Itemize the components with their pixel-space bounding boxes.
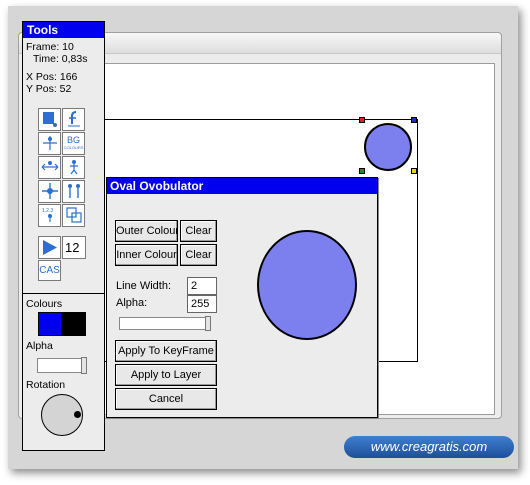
resize-handle-top-left[interactable] [359, 117, 365, 123]
inner-colour-button[interactable]: Inner Colour [115, 244, 178, 266]
tools-divider [23, 293, 104, 294]
alpha-label-dialog: Alpha: [116, 297, 148, 309]
move-all-tool[interactable] [38, 132, 61, 155]
svg-text:1.2.3: 1.2.3 [42, 208, 53, 214]
figure-pair-icon [65, 182, 83, 202]
line-width-input[interactable]: 2 [187, 277, 217, 295]
figure-pair-tool[interactable] [62, 180, 85, 203]
frame-label: Frame: 10 [26, 41, 74, 53]
cas-button[interactable]: CAS [38, 260, 61, 281]
apply-to-layer-button[interactable]: Apply to Layer [115, 364, 217, 386]
alpha-label: Alpha [26, 340, 53, 352]
outer-clear-button[interactable]: Clear [180, 220, 217, 242]
sequence-tool[interactable]: 1.2.3 [38, 204, 61, 227]
move-cross-tool[interactable] [38, 180, 61, 203]
dialog-alpha-slider-thumb[interactable] [205, 316, 211, 331]
outer-colour-button[interactable]: Outer Colour [115, 220, 178, 242]
layer-icon [65, 206, 83, 226]
frame-number-field[interactable]: 12 [62, 236, 86, 259]
alpha-slider-thumb[interactable] [81, 357, 87, 374]
figure-tool[interactable] [62, 156, 85, 179]
draw-oval-icon [41, 110, 59, 130]
ypos-label: Y Pos: 52 [26, 83, 72, 95]
bg-label: BG [66, 134, 80, 145]
dialog-title: Oval Ovobulator [107, 178, 377, 194]
resize-handle-bottom-right[interactable] [411, 168, 417, 174]
tools-title: Tools [23, 22, 104, 38]
apply-to-keyframe-button[interactable]: Apply To KeyFrame [115, 340, 217, 362]
move-horizontal-icon [41, 158, 59, 178]
rotation-knob[interactable] [41, 394, 83, 436]
line-width-label: Line Width: [116, 280, 172, 292]
secondary-colour-swatch[interactable] [62, 312, 86, 336]
resize-handle-bottom-left[interactable] [359, 168, 365, 174]
oval-ovobulator-dialog: Oval Ovobulator Outer Colour Clear Inner… [106, 177, 378, 418]
stage-oval[interactable] [364, 123, 412, 171]
xpos-label: X Pos: 166 [26, 71, 78, 83]
sequence-icon: 1.2.3 [41, 206, 59, 226]
inner-clear-button[interactable]: Clear [180, 244, 217, 266]
move-horizontal-tool[interactable] [38, 156, 61, 179]
time-label: Time: 0,83s [33, 53, 88, 65]
alpha-input[interactable]: 255 [187, 295, 217, 313]
rotation-knob-indicator [74, 411, 81, 418]
primary-colour-swatch[interactable] [38, 312, 62, 336]
watermark: www.creagratis.com [344, 436, 514, 458]
bg-colours-tool[interactable]: BG COLOURS [62, 132, 85, 155]
figure-icon [65, 158, 83, 178]
layer-tool[interactable] [62, 204, 85, 227]
function-tool[interactable] [62, 108, 85, 131]
move-all-icon [41, 134, 59, 154]
rotation-label: Rotation [26, 379, 66, 391]
cancel-button[interactable]: Cancel [115, 388, 217, 410]
function-icon [65, 110, 83, 130]
oval-preview [257, 230, 357, 340]
tools-panel: Tools Frame: 10 Time: 0,83s X Pos: 166 Y… [22, 21, 105, 451]
move-cross-icon [41, 182, 59, 202]
colours-label: Colours [26, 298, 63, 310]
alpha-slider[interactable] [37, 357, 87, 374]
dialog-alpha-slider[interactable] [119, 316, 211, 331]
resize-handle-top-right[interactable] [411, 117, 417, 123]
colours-small-label: COLOURS [63, 144, 84, 150]
play-button[interactable] [38, 236, 61, 259]
draw-oval-tool[interactable] [38, 108, 61, 131]
